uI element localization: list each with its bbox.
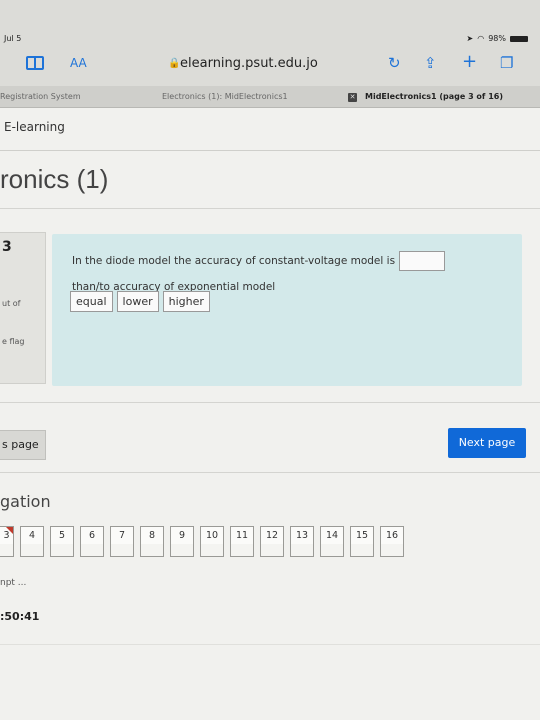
- wifi-icon: ◠: [477, 34, 485, 43]
- divider: [0, 644, 540, 645]
- nav-question-12[interactable]: 12: [260, 526, 284, 557]
- battery-icon: [510, 35, 528, 42]
- tab-electronics[interactable]: Electronics (1): MidElectronics1: [162, 92, 288, 101]
- tabs-overview-icon[interactable]: ❐: [500, 54, 513, 72]
- lock-icon: 🔒: [168, 58, 181, 69]
- option-lower[interactable]: lower: [116, 291, 159, 312]
- question-marks: ut of: [2, 299, 21, 308]
- quiz-navigation-title: gation: [0, 492, 51, 511]
- nav-question-8[interactable]: 8: [140, 526, 164, 557]
- finish-attempt-link[interactable]: npt ...: [0, 578, 26, 588]
- location-icon: ➤: [466, 34, 474, 43]
- option-higher[interactable]: higher: [162, 291, 210, 312]
- option-equal[interactable]: equal: [70, 291, 113, 312]
- status-indicators: ➤ ◠ 98%: [467, 34, 528, 43]
- browser-toolbar: AA 🔒 elearning.psut.edu.jo ↻ ⇪ + ❐: [0, 50, 540, 82]
- tab-registration[interactable]: Registration System: [0, 92, 81, 101]
- divider: [0, 208, 540, 209]
- question-box: In the diode model the accuracy of const…: [52, 234, 522, 386]
- previous-page-button[interactable]: s page: [0, 430, 46, 460]
- nav-question-15[interactable]: 15: [350, 526, 374, 557]
- flag-question-link[interactable]: e flag: [2, 337, 24, 346]
- page-content: E-learning ronics (1) 3 ut of e flag In …: [0, 108, 540, 720]
- question-number: 3: [2, 239, 12, 255]
- answer-drop-zone[interactable]: [399, 251, 446, 271]
- tab-midelectronics[interactable]: ✕ MidElectronics1 (page 3 of 16): [348, 92, 503, 102]
- quiz-navigation-grid: 3 4 5 6 7 8 9 10 11 12 13 14 15 16: [0, 526, 404, 557]
- nav-question-3[interactable]: 3: [0, 526, 14, 557]
- close-tab-icon[interactable]: ✕: [348, 93, 357, 102]
- status-date: Jul 5: [4, 34, 22, 43]
- status-bar: Jul 5 ➤ ◠ 98%: [0, 30, 540, 46]
- nav-question-6[interactable]: 6: [80, 526, 104, 557]
- battery-percent: 98%: [488, 34, 506, 43]
- question-text-part1: In the diode model the accuracy of const…: [72, 255, 396, 267]
- bookmarks-icon[interactable]: [26, 56, 44, 70]
- nav-question-9[interactable]: 9: [170, 526, 194, 557]
- site-title[interactable]: E-learning: [4, 120, 65, 134]
- question-info: 3 ut of e flag: [0, 232, 46, 384]
- address-bar[interactable]: elearning.psut.edu.jo: [180, 56, 318, 71]
- nav-question-4[interactable]: 4: [20, 526, 44, 557]
- reload-icon[interactable]: ↻: [388, 54, 401, 72]
- nav-question-11[interactable]: 11: [230, 526, 254, 557]
- tab-bar: Registration System Electronics (1): Mid…: [0, 86, 540, 108]
- nav-question-14[interactable]: 14: [320, 526, 344, 557]
- time-left: :50:41: [0, 610, 40, 623]
- share-icon[interactable]: ⇪: [424, 54, 437, 72]
- new-tab-icon[interactable]: +: [462, 51, 477, 72]
- divider: [0, 150, 540, 151]
- divider: [0, 402, 540, 403]
- nav-question-5[interactable]: 5: [50, 526, 74, 557]
- nav-question-10[interactable]: 10: [200, 526, 224, 557]
- divider: [0, 472, 540, 473]
- course-title: ronics (1): [0, 164, 109, 194]
- nav-question-7[interactable]: 7: [110, 526, 134, 557]
- nav-question-13[interactable]: 13: [290, 526, 314, 557]
- next-page-button[interactable]: Next page: [448, 428, 526, 458]
- tab-midelectronics-label: MidElectronics1 (page 3 of 16): [365, 92, 503, 101]
- text-size-button[interactable]: AA: [70, 56, 87, 70]
- answer-options: equal lower higher: [70, 291, 210, 312]
- nav-question-16[interactable]: 16: [380, 526, 404, 557]
